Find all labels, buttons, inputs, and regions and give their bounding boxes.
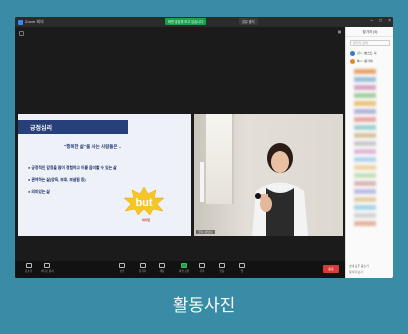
video-lamp [200, 162, 204, 202]
video-name-label: 코디 상담사 [196, 230, 215, 234]
blurred-participant [354, 77, 376, 82]
participant-search-input[interactable]: 참가자 검색 [350, 40, 390, 46]
participants-label: 참가자 [139, 270, 147, 273]
blurred-participant [354, 165, 376, 170]
slide-bullet: ● 긍정적인 감정을 많이 경험하고 이를 음미할 수 있는 삶 [28, 166, 117, 170]
blurred-participant [354, 181, 376, 186]
blurred-participant [354, 197, 376, 202]
app-name: Zoom 회의 [25, 19, 44, 24]
participant-name: 박○○ (참가자) [357, 59, 374, 63]
minimize-button[interactable]: – [370, 18, 373, 24]
avatar [350, 50, 355, 56]
participant-row[interactable]: 박○○ (참가자) [350, 58, 390, 64]
slide-tag: 하지만 [142, 218, 151, 222]
close-button[interactable]: × [388, 18, 391, 24]
blurred-participant [354, 149, 376, 154]
video-label: 비디오 중지 [41, 270, 54, 273]
camera-icon [44, 263, 51, 268]
people-icon [139, 263, 146, 268]
blurred-participant [354, 213, 376, 218]
blurred-participant [354, 189, 376, 194]
share-icon [181, 263, 188, 268]
zoom-window: Zoom 회의 화면 공유를 보고 있습니다 공유 중지 – □ × ▦ 긍정심… [15, 17, 393, 278]
panel-footer-actions[interactable]: 초대 모두 음소거 [349, 264, 369, 268]
chat-label: 채팅 [159, 270, 165, 273]
participants-button[interactable]: 참가자 [139, 263, 146, 273]
slide-bullet: ● 의미있는 삶 [28, 190, 50, 194]
end-meeting-button[interactable]: 종료 [323, 265, 339, 273]
reactions-label: 반응 [219, 270, 225, 273]
apps-button[interactable]: 앱 [239, 263, 245, 273]
apps-icon [239, 263, 245, 268]
panel-footer-link[interactable]: 참가자 보기 [349, 270, 363, 274]
blurred-participant [354, 93, 376, 98]
blurred-participant [354, 85, 376, 90]
avatar [350, 58, 355, 64]
slide-bullet: ● 관여하는 삶(양육, 보호, 보살핌 등) [28, 178, 86, 182]
stop-video-button[interactable]: 비디오 중지 [41, 263, 54, 273]
blurred-participant [354, 205, 376, 210]
share-label: 화면 공유 [179, 270, 190, 273]
security-button[interactable]: 보안 [119, 263, 125, 273]
meeting-toolbar: 음소거 비디오 중지 보안 참가자 채팅 화면 공유 기록 반응 앱 종료 [15, 261, 345, 278]
share-screen-button[interactable]: 화면 공유 [179, 263, 189, 273]
blurred-participant [354, 221, 376, 226]
blurred-participant [354, 141, 376, 146]
chat-icon [159, 263, 165, 268]
view-toggle-icon[interactable]: ▦ [338, 30, 341, 34]
apps-label: 앱 [240, 270, 244, 273]
slide-subtitle: "행복한 삶"을 사는 사람들은 .. [64, 144, 122, 149]
participant-row[interactable]: 김○○ (호스트, 나) [350, 50, 390, 56]
security-shield-icon[interactable] [19, 31, 24, 36]
participant-video[interactable]: 코디 상담사 [194, 114, 343, 236]
shield-icon [119, 263, 125, 268]
record-label: 기록 [199, 270, 205, 273]
blurred-participant [354, 117, 376, 122]
zoom-logo-icon [18, 19, 23, 25]
chat-button[interactable]: 채팅 [159, 263, 165, 273]
window-controls: – □ × [370, 18, 391, 24]
blurred-participant [354, 133, 376, 138]
photo-caption: 활동사진 [172, 296, 236, 315]
record-icon [199, 263, 205, 268]
blurred-participant [354, 69, 376, 74]
security-label: 보안 [119, 270, 125, 273]
app-title: Zoom 회의 [18, 19, 44, 25]
shared-slide: 긍정심리 "행복한 삶"을 사는 사람들은 .. ● 긍정적인 감정을 많이 경… [18, 114, 191, 236]
title-bar: Zoom 회의 화면 공유를 보고 있습니다 공유 중지 – □ × [15, 17, 393, 27]
blurred-participant [354, 157, 376, 162]
slide-title: 긍정심리 [30, 126, 53, 132]
reaction-icon [219, 263, 225, 268]
mic-icon [25, 263, 32, 268]
blurred-participant [354, 109, 376, 114]
meeting-area: ▦ 긍정심리 "행복한 삶"을 사는 사람들은 .. ● 긍정적인 감정을 많이… [15, 27, 345, 278]
maximize-button[interactable]: □ [379, 18, 382, 24]
but-starburst-icon: but [123, 186, 165, 216]
blurred-participant [354, 125, 376, 130]
blurred-participant [354, 101, 376, 106]
participants-panel: 참가자 (9) 참가자 검색 김○○ (호스트, 나) 박○○ (참가자) 초대… [345, 27, 393, 278]
share-banner[interactable]: 화면 공유를 보고 있습니다 [165, 18, 206, 25]
slide-header: 긍정심리 [18, 120, 128, 134]
record-button[interactable]: 기록 [199, 263, 205, 273]
blurred-participant [354, 173, 376, 178]
speaker-figure [252, 143, 308, 236]
but-text: but [135, 197, 152, 209]
mute-button[interactable]: 음소거 [25, 263, 32, 273]
video-window-frame [206, 114, 234, 204]
stop-share-button[interactable]: 공유 중지 [239, 18, 258, 25]
mute-label: 음소거 [25, 270, 33, 273]
panel-title: 참가자 (9) [346, 27, 393, 37]
participant-name: 김○○ (호스트, 나) [357, 51, 378, 55]
reactions-button[interactable]: 반응 [219, 263, 225, 273]
